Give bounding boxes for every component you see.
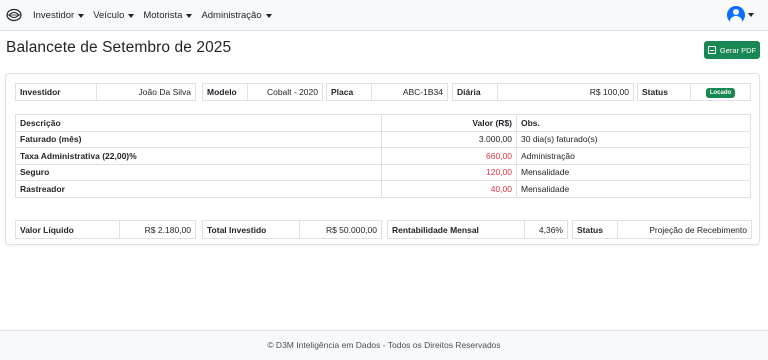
brand-logo-icon[interactable] bbox=[6, 8, 22, 22]
table-row: Rastreador 40,00 Mensalidade bbox=[15, 180, 751, 198]
model-value: Cobalt - 2020 bbox=[247, 83, 323, 101]
summary-status-value: Projeção de Recebimento bbox=[617, 220, 752, 239]
table-row: Seguro 120,00 Mensalidade bbox=[15, 163, 751, 181]
generate-pdf-label: Gerar PDF bbox=[719, 45, 757, 55]
investor-label: Investidor bbox=[15, 83, 97, 101]
model-label: Modelo bbox=[202, 83, 248, 101]
caret-down-icon bbox=[186, 13, 193, 18]
column-header-obs: Obs. bbox=[516, 114, 751, 132]
column-header-value: Valor (R$) bbox=[381, 114, 517, 132]
daily-value: R$ 100,00 bbox=[497, 83, 634, 101]
net-value: R$ 2.180,00 bbox=[119, 220, 196, 239]
monthly-return-table: Rentabilidade Mensal 4,36% bbox=[387, 220, 568, 239]
nav-item-label: Veículo bbox=[93, 10, 125, 21]
status-table: Status Locado bbox=[637, 83, 751, 101]
nav-item-motorista[interactable]: Motorista bbox=[143, 10, 193, 21]
nav-item-investidor[interactable]: Investidor bbox=[33, 10, 85, 21]
row-value: 3.000,00 bbox=[381, 130, 517, 148]
user-avatar-icon bbox=[727, 6, 745, 24]
status-cell: Locado bbox=[690, 83, 751, 101]
breakdown-table: Descrição Valor (R$) Obs. Faturado (mês)… bbox=[15, 114, 751, 198]
investor-table: Investidor João Da Silva bbox=[15, 83, 196, 101]
table-row: Faturado (mês) 3.000,00 30 dia(s) fatura… bbox=[15, 130, 751, 148]
pdf-icon bbox=[707, 46, 716, 54]
invested-value: R$ 50.000,00 bbox=[299, 220, 382, 239]
plate-label: Placa bbox=[326, 83, 372, 101]
row-obs: Administração bbox=[516, 147, 751, 165]
daily-table: Diária R$ 100,00 bbox=[452, 83, 634, 101]
column-header-description: Descrição bbox=[15, 114, 382, 132]
nav-item-label: Motorista bbox=[143, 10, 183, 21]
top-navbar: Investidor Veículo Motorista Administraç… bbox=[0, 0, 768, 31]
balance-card: Investidor João Da Silva Modelo Cobalt -… bbox=[5, 73, 760, 245]
nav-item-administracao[interactable]: Administração bbox=[201, 10, 272, 21]
monthly-return-value: 4,36% bbox=[524, 220, 568, 239]
row-description: Seguro bbox=[15, 163, 382, 181]
investor-value: João Da Silva bbox=[96, 83, 196, 101]
summary-status-table: Status Projeção de Recebimento bbox=[572, 220, 752, 239]
row-value: 660,00 bbox=[381, 147, 517, 165]
row-value: 120,00 bbox=[381, 163, 517, 181]
footer-text: © D3M Inteligência em Dados - Todos os D… bbox=[267, 340, 501, 350]
table-header-row: Descrição Valor (R$) Obs. bbox=[15, 114, 751, 132]
nav-item-label: Investidor bbox=[33, 10, 75, 21]
row-obs: Mensalidade bbox=[516, 180, 751, 198]
invested-table: Total Investido R$ 50.000,00 bbox=[202, 220, 382, 239]
summary-status-label: Status bbox=[572, 220, 618, 239]
table-row: Taxa Administrativa (22,00)% 660,00 Admi… bbox=[15, 147, 751, 165]
user-menu-button[interactable] bbox=[727, 6, 754, 24]
model-table: Modelo Cobalt - 2020 bbox=[202, 83, 323, 101]
invested-label: Total Investido bbox=[202, 220, 300, 239]
nav-item-veiculo[interactable]: Veículo bbox=[93, 10, 135, 21]
nav-menu: Investidor Veículo Motorista Administraç… bbox=[33, 0, 281, 31]
caret-down-icon bbox=[265, 13, 272, 18]
caret-down-icon bbox=[128, 13, 135, 18]
status-label: Status bbox=[637, 83, 691, 101]
row-description: Faturado (mês) bbox=[15, 130, 382, 148]
net-value-table: Valor Líquido R$ 2.180,00 bbox=[15, 220, 196, 239]
daily-label: Diária bbox=[452, 83, 498, 101]
caret-down-icon bbox=[748, 13, 754, 17]
row-description: Taxa Administrativa (22,00)% bbox=[15, 147, 382, 165]
row-obs: 30 dia(s) faturado(s) bbox=[516, 130, 751, 148]
plate-value: ABC-1B34 bbox=[371, 83, 448, 101]
nav-item-label: Administração bbox=[201, 10, 262, 21]
row-obs: Mensalidade bbox=[516, 163, 751, 181]
row-value: 40,00 bbox=[381, 180, 517, 198]
generate-pdf-button[interactable]: Gerar PDF bbox=[704, 41, 760, 59]
caret-down-icon bbox=[78, 13, 85, 18]
plate-table: Placa ABC-1B34 bbox=[326, 83, 448, 101]
monthly-return-label: Rentabilidade Mensal bbox=[387, 220, 525, 239]
row-description: Rastreador bbox=[15, 180, 382, 198]
page-footer: © D3M Inteligência em Dados - Todos os D… bbox=[0, 330, 768, 360]
status-badge: Locado bbox=[705, 88, 736, 98]
page-title: Balancete de Setembro de 2025 bbox=[6, 39, 232, 56]
net-value-label: Valor Líquido bbox=[15, 220, 120, 239]
